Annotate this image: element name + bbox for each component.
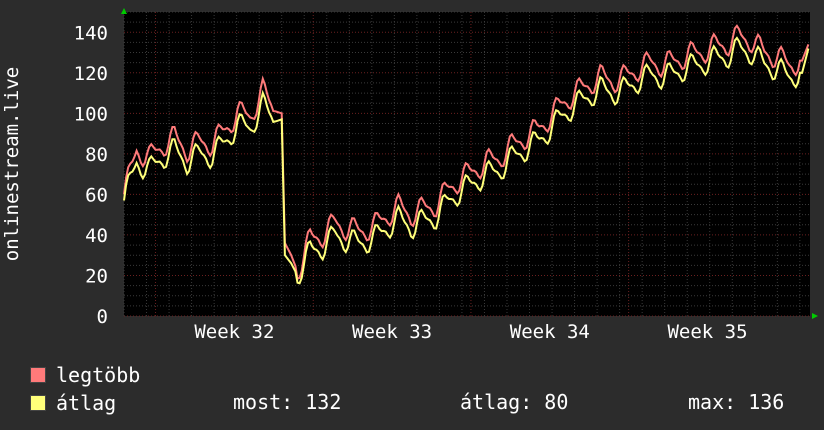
legend-item-legtobb: legtöbb (30, 364, 140, 386)
y-tick-label: 120 (74, 63, 108, 85)
y-tick-label: 100 (74, 103, 108, 125)
legend-label: átlag (56, 391, 117, 415)
y-tick-label: 0 (97, 306, 108, 328)
legtobb-swatch (30, 366, 46, 383)
y-tick-label: 60 (85, 184, 108, 206)
y-tick-labels: 0 20 40 60 80 100 120 140 (74, 22, 108, 328)
atlag-swatch (30, 394, 46, 411)
y-axis-arrow (121, 8, 127, 14)
stat-most: most: 132 (233, 390, 342, 414)
y-tick-label: 20 (85, 265, 108, 287)
y-tick-label: 80 (85, 144, 108, 166)
y-axis-label: onlinestream.live (1, 67, 23, 261)
y-tick-label: 40 (85, 225, 108, 247)
x-tick-label: Week 32 (194, 321, 274, 343)
legend-label: legtöbb (56, 363, 141, 387)
chart: 0 20 40 60 80 100 120 140 Week 32 Week 33 Week 34… (1, 8, 818, 343)
y-tick-label: 140 (74, 22, 108, 44)
x-axis-arrow (812, 313, 818, 319)
x-tick-labels: Week 32 Week 33 Week 34 Week 35 (194, 321, 747, 343)
legend-item-atlag: átlag (30, 392, 116, 414)
stat-max: max: 136 (688, 390, 785, 414)
x-tick-label: Week 34 (510, 321, 590, 343)
x-tick-label: Week 35 (667, 321, 747, 343)
x-tick-label: Week 33 (352, 321, 432, 343)
stat-atlag: átlag: 80 (460, 390, 569, 414)
